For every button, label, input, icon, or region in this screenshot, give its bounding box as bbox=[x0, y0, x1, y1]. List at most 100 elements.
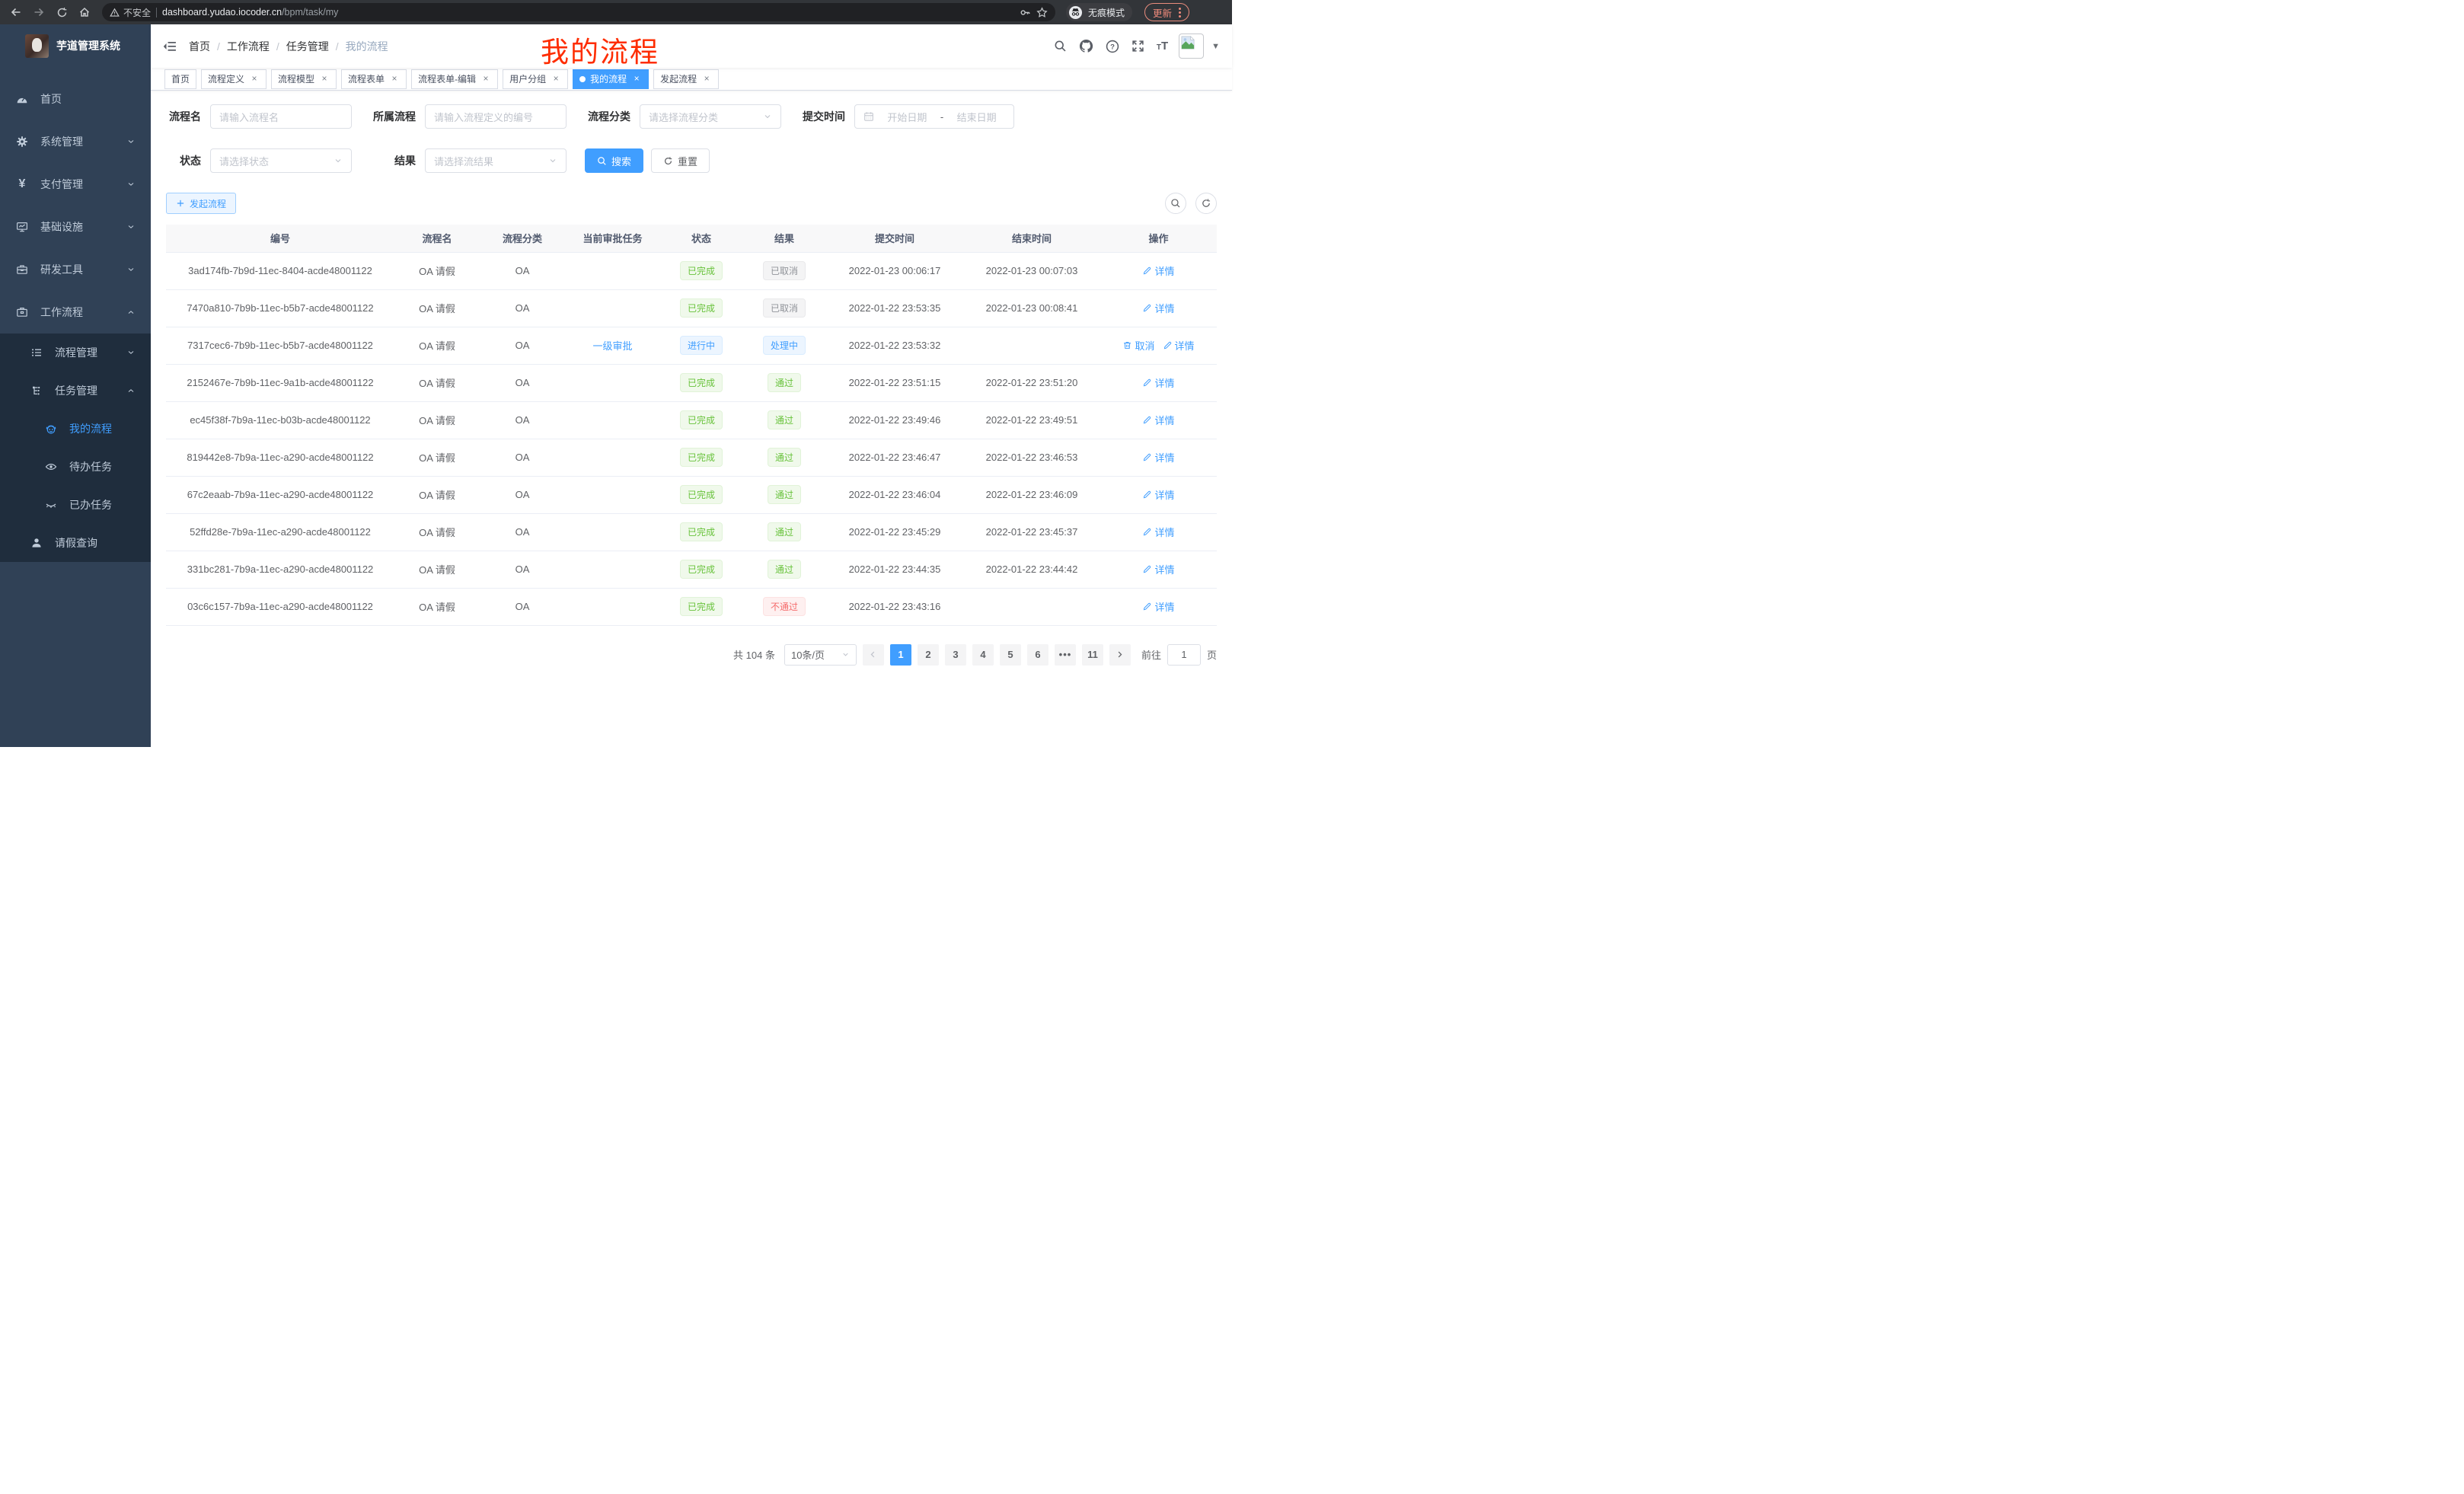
status-badge: 已完成 bbox=[680, 560, 723, 579]
detail-link[interactable]: 详情 bbox=[1163, 338, 1195, 353]
browser-menu-icon[interactable] bbox=[1179, 8, 1181, 18]
tab-2[interactable]: 流程模型× bbox=[271, 69, 337, 89]
goto-page-input[interactable] bbox=[1167, 644, 1201, 666]
cancel-link[interactable]: 取消 bbox=[1122, 338, 1154, 353]
close-icon[interactable]: × bbox=[319, 74, 330, 85]
page-ellipsis[interactable]: ••• bbox=[1055, 644, 1076, 666]
sidebar-item-9[interactable]: 待办任务 bbox=[0, 448, 151, 486]
security-chip[interactable]: 不安全 bbox=[110, 6, 151, 19]
cell-result: 通过 bbox=[742, 401, 826, 439]
sidebar-item-5[interactable]: 工作流程 bbox=[0, 291, 151, 334]
end-date-placeholder: 结束日期 bbox=[948, 110, 1005, 124]
submit-time-range-picker[interactable]: 开始日期 - 结束日期 bbox=[854, 104, 1014, 129]
chevron-down-icon bbox=[548, 156, 557, 165]
sidebar-item-11[interactable]: 请假查询 bbox=[0, 524, 151, 562]
task-link[interactable]: 一级审批 bbox=[592, 340, 632, 352]
prev-page-button[interactable] bbox=[863, 644, 884, 666]
tab-0[interactable]: 首页 bbox=[164, 69, 196, 89]
browser-update-button[interactable]: 更新 bbox=[1144, 3, 1189, 21]
browser-forward-button[interactable] bbox=[29, 2, 49, 22]
next-page-button[interactable] bbox=[1109, 644, 1131, 666]
tab-3[interactable]: 流程表单× bbox=[341, 69, 407, 89]
tab-7[interactable]: 发起流程× bbox=[653, 69, 719, 89]
browser-back-button[interactable] bbox=[6, 2, 26, 22]
cell-status: 已完成 bbox=[660, 252, 742, 289]
process-def-input[interactable]: 请输入流程定义的编号 bbox=[425, 104, 567, 129]
breadcrumb-item-task[interactable]: 任务管理 bbox=[286, 39, 329, 54]
category-select[interactable]: 请选择流程分类 bbox=[640, 104, 781, 129]
create-process-button[interactable]: 发起流程 bbox=[166, 193, 236, 214]
page-size-select[interactable]: 10条/页 bbox=[784, 644, 857, 666]
close-icon[interactable]: × bbox=[631, 74, 642, 85]
sidebar-item-8-active[interactable]: 我的流程 bbox=[0, 410, 151, 448]
sidebar-item-10[interactable]: 已办任务 bbox=[0, 486, 151, 524]
result-select[interactable]: 请选择流结果 bbox=[425, 148, 567, 173]
close-icon[interactable]: × bbox=[480, 74, 491, 85]
browser-reload-button[interactable] bbox=[52, 2, 72, 22]
sidebar-item-2[interactable]: ¥支付管理 bbox=[0, 163, 151, 206]
sidebar-item-3[interactable]: 基础设施 bbox=[0, 206, 151, 248]
cell-result: 不通过 bbox=[742, 588, 826, 625]
cell-result: 通过 bbox=[742, 476, 826, 513]
detail-link[interactable]: 详情 bbox=[1142, 263, 1174, 278]
chevron-left-icon bbox=[869, 650, 877, 659]
warning-icon bbox=[110, 8, 120, 18]
detail-link[interactable]: 详情 bbox=[1142, 413, 1174, 427]
browser-home-button[interactable] bbox=[75, 2, 94, 22]
detail-link[interactable]: 详情 bbox=[1142, 301, 1174, 315]
search-button[interactable]: 搜索 bbox=[585, 148, 643, 173]
tab-1[interactable]: 流程定义× bbox=[201, 69, 267, 89]
tab-label: 首页 bbox=[171, 72, 190, 85]
sidebar-item-0[interactable]: 首页 bbox=[0, 78, 151, 120]
password-key-button[interactable] bbox=[1020, 7, 1031, 18]
detail-link[interactable]: 详情 bbox=[1142, 599, 1174, 614]
status-select[interactable]: 请选择状态 bbox=[210, 148, 352, 173]
sidebar-item-label: 系统管理 bbox=[40, 134, 83, 149]
process-name-input[interactable]: 请输入流程名 bbox=[210, 104, 352, 129]
close-icon[interactable]: × bbox=[701, 74, 712, 85]
reset-button[interactable]: 重置 bbox=[651, 148, 710, 173]
bookmark-star-button[interactable] bbox=[1036, 7, 1048, 18]
sidebar-item-4[interactable]: 研发工具 bbox=[0, 248, 151, 291]
table-row: 3ad174fb-7b9d-11ec-8404-acde48001122OA 请… bbox=[166, 252, 1217, 289]
font-size-button[interactable]: TT bbox=[1157, 40, 1168, 53]
help-button[interactable]: ? bbox=[1105, 39, 1120, 54]
page-button-2[interactable]: 2 bbox=[918, 644, 939, 666]
close-icon[interactable]: × bbox=[389, 74, 400, 85]
avatar-dropdown-caret[interactable]: ▼ bbox=[1211, 42, 1220, 51]
github-link[interactable] bbox=[1079, 39, 1094, 54]
page-button-1-active[interactable]: 1 bbox=[890, 644, 911, 666]
page-button-3[interactable]: 3 bbox=[945, 644, 966, 666]
submit-time-label: 提交时间 bbox=[800, 109, 854, 124]
detail-link[interactable]: 详情 bbox=[1142, 487, 1174, 502]
detail-link[interactable]: 详情 bbox=[1142, 562, 1174, 576]
breadcrumb-item-workflow[interactable]: 工作流程 bbox=[227, 39, 270, 54]
detail-link[interactable]: 详情 bbox=[1142, 525, 1174, 539]
detail-link[interactable]: 详情 bbox=[1142, 450, 1174, 464]
breadcrumb-item-home[interactable]: 首页 bbox=[189, 39, 210, 54]
page-button-6[interactable]: 6 bbox=[1027, 644, 1048, 666]
page-button-11[interactable]: 11 bbox=[1082, 644, 1103, 666]
close-icon[interactable]: × bbox=[249, 74, 260, 85]
page-button-5[interactable]: 5 bbox=[1000, 644, 1021, 666]
page-button-4[interactable]: 4 bbox=[972, 644, 994, 666]
fullscreen-button[interactable] bbox=[1131, 39, 1146, 54]
tab-6-active[interactable]: 我的流程× bbox=[573, 69, 649, 89]
sidebar-logo-row[interactable]: 芋道管理系统 bbox=[0, 24, 151, 67]
edit-icon bbox=[1142, 266, 1152, 276]
sidebar-item-6[interactable]: 流程管理 bbox=[0, 334, 151, 372]
header-search-button[interactable] bbox=[1053, 39, 1068, 54]
toggle-search-button[interactable] bbox=[1165, 193, 1186, 214]
tab-4[interactable]: 流程表单-编辑× bbox=[411, 69, 498, 89]
tab-5[interactable]: 用户分组× bbox=[503, 69, 568, 89]
sidebar-item-7[interactable]: 任务管理 bbox=[0, 372, 151, 410]
detail-link[interactable]: 详情 bbox=[1142, 375, 1174, 390]
close-icon[interactable]: × bbox=[551, 74, 561, 85]
cell-process-id: 2152467e-7b9b-11ec-9a1b-acde48001122 bbox=[166, 364, 394, 401]
refresh-table-button[interactable] bbox=[1195, 193, 1217, 214]
avatar[interactable] bbox=[1179, 34, 1204, 59]
sidebar-item-1[interactable]: 系统管理 bbox=[0, 120, 151, 163]
sidebar-collapse-button[interactable] bbox=[163, 40, 177, 53]
cell-end-time: 2022-01-22 23:44:42 bbox=[963, 551, 1100, 588]
address-bar[interactable]: 不安全 dashboard.yudao.iocoder.cn/bpm/task/… bbox=[102, 3, 1055, 21]
